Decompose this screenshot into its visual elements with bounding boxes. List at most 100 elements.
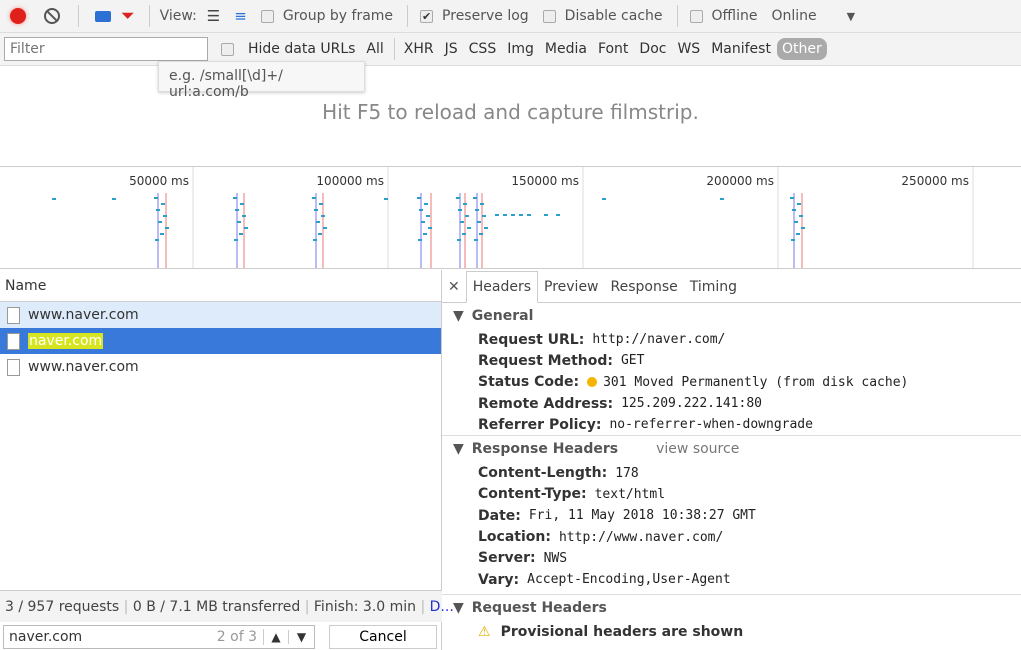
header-name: Status Code: [478, 374, 580, 391]
response-headers-section-header[interactable]: ▼ Response Headers view source [442, 436, 1021, 462]
document-icon [7, 306, 20, 324]
filter-type-all[interactable]: All [361, 38, 388, 60]
tab-response[interactable]: Response [605, 272, 684, 302]
previous-match-button[interactable]: ▲ [264, 630, 289, 644]
request-bar [460, 221, 464, 223]
request-bar [479, 233, 483, 235]
tick-label: 200000 ms [706, 174, 774, 188]
filter-type-img[interactable]: Img [502, 38, 539, 60]
filter-type-other[interactable]: Other [776, 38, 827, 60]
request-row[interactable]: naver.com [0, 328, 441, 354]
request-bar [233, 197, 237, 199]
transferred-size: 0 B / 7.1 MB transferred [132, 599, 301, 615]
capture-screenshots-icon[interactable] [95, 10, 111, 22]
offline-label: Offline [711, 8, 758, 24]
provisional-warning: Provisional headers are shown [500, 623, 744, 640]
filter-type-ws[interactable]: WS [672, 38, 705, 60]
request-count: 3 / 957 requests [5, 599, 120, 615]
request-bar [316, 221, 320, 223]
request-bar [155, 239, 159, 241]
request-bar [796, 233, 800, 235]
tab-headers[interactable]: Headers [465, 271, 539, 303]
filter-type-media[interactable]: Media [540, 38, 592, 60]
status-dot-icon [587, 377, 598, 388]
view-source-link[interactable]: view source [656, 441, 739, 457]
request-bar [463, 203, 467, 205]
header-value: no-referrer-when-downgrade [609, 417, 813, 433]
filter-type-font[interactable]: Font [593, 38, 633, 60]
request-row[interactable]: www.naver.com [0, 302, 441, 328]
request-bar [426, 215, 430, 217]
network-overview[interactable]: 50000 ms 100000 ms 150000 ms 200000 ms 25000… [0, 166, 1021, 269]
filter-type-js[interactable]: JS [440, 38, 463, 60]
header-value: Fri, 11 May 2018 10:38:27 GMT [528, 508, 756, 524]
details-panel: ✕ Headers Preview Response Timing ▼ General R… [442, 270, 1021, 650]
request-bar [556, 214, 560, 216]
request-bar [477, 221, 481, 223]
tab-timing[interactable]: Timing [684, 272, 743, 302]
tick-label: 250000 ms [901, 174, 969, 188]
filter-type-doc[interactable]: Doc [634, 38, 671, 60]
request-bar [318, 233, 322, 235]
request-bar [456, 197, 460, 199]
filter-type-manifest[interactable]: Manifest [706, 38, 776, 60]
group-by-frame-label: Group by frame [282, 8, 394, 24]
search-bar: naver.com 2 of 3 ▲ ▼ Cancel [0, 624, 442, 650]
header-value: NWS [543, 550, 568, 566]
request-name: www.naver.com [28, 359, 139, 375]
view-label: View: [159, 8, 197, 24]
request-bar [799, 215, 803, 217]
clear-icon[interactable] [44, 8, 60, 24]
hide-data-urls-checkbox[interactable] [221, 42, 234, 56]
preserve-log-checkbox[interactable]: ✔ [420, 9, 434, 23]
finish-time: Finish: 3.0 min [313, 599, 417, 615]
request-bar [428, 227, 432, 229]
header-name: Content-Type: [478, 486, 587, 503]
chevron-down-icon[interactable]: ▼ [847, 10, 855, 23]
filter-type-xhr[interactable]: XHR [399, 38, 439, 60]
request-bar [313, 239, 317, 241]
tab-preview[interactable]: Preview [538, 272, 605, 302]
header-row: Vary: Accept-Encoding,User-Agent [442, 569, 1021, 590]
request-bar [790, 197, 794, 199]
request-headers-section-header[interactable]: ▼ Request Headers [442, 595, 1021, 621]
large-rows-icon[interactable]: ☰ [207, 7, 220, 25]
request-row[interactable]: www.naver.com [0, 354, 441, 380]
name-column-header[interactable]: Name [0, 270, 441, 302]
status-bar: 3 / 957 requests | 0 B / 7.1 MB transfer… [0, 590, 454, 622]
group-by-frame-checkbox[interactable] [260, 9, 274, 23]
request-bar [467, 227, 471, 229]
header-value: 178 [615, 465, 639, 481]
header-name: Request Method: [478, 352, 613, 369]
throttling-select[interactable]: Online [771, 8, 816, 24]
request-bar [161, 203, 165, 205]
header-row: Content-Length: 178 [442, 462, 1021, 483]
disable-cache-checkbox[interactable] [542, 9, 556, 23]
waterfall-icon[interactable]: ≡ [234, 7, 247, 25]
request-bar [473, 197, 477, 199]
record-button[interactable] [10, 8, 26, 24]
warning-icon: ⚠ [478, 623, 491, 640]
offline-checkbox[interactable] [689, 9, 703, 23]
filter-type-css[interactable]: CSS [464, 38, 502, 60]
request-bar [52, 198, 56, 200]
header-row: Server: NWS [442, 548, 1021, 569]
request-bar [242, 215, 246, 217]
search-input[interactable]: naver.com [4, 629, 217, 645]
disable-cache-label: Disable cache [564, 8, 663, 24]
cancel-button[interactable]: Cancel [329, 625, 437, 649]
close-icon[interactable]: ✕ [442, 272, 466, 302]
request-bar [792, 209, 796, 211]
header-value: Accept-Encoding,User-Agent [527, 572, 731, 588]
header-row: Request Method: GET [442, 350, 1021, 371]
header-name: Referrer Policy: [478, 416, 602, 433]
filter-icon[interactable]: ⏷ [121, 6, 135, 26]
request-bar [474, 239, 478, 241]
request-bar [527, 214, 531, 216]
header-row: Referrer Policy: no-referrer-when-downgra… [442, 414, 1021, 435]
general-section-header[interactable]: ▼ General [442, 303, 1021, 329]
request-bar [239, 233, 243, 235]
next-match-button[interactable]: ▼ [289, 630, 314, 644]
request-bar [465, 215, 469, 217]
filter-input[interactable] [4, 37, 208, 61]
